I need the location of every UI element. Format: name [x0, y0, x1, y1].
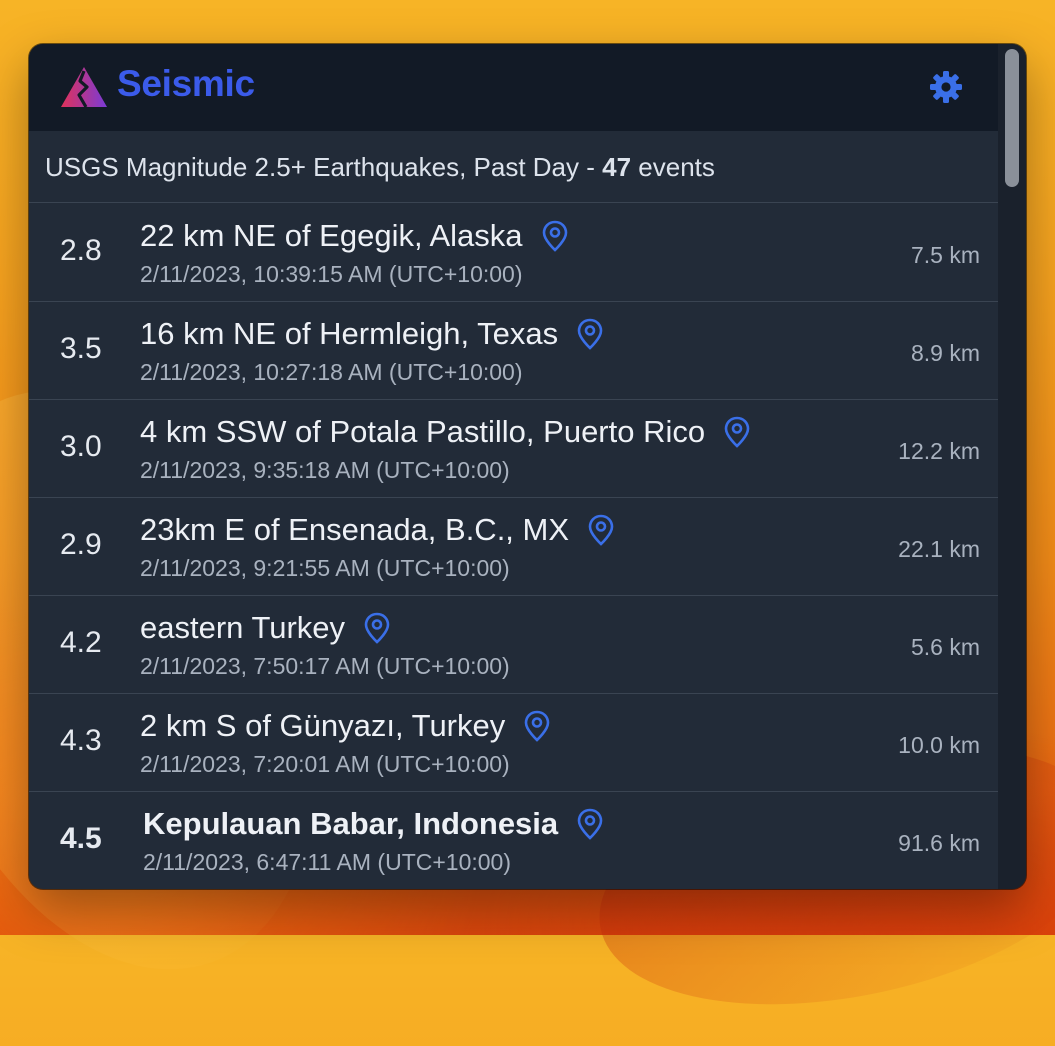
map-pin-icon[interactable]	[541, 220, 569, 252]
event-time: 2/11/2023, 10:39:15 AM (UTC+10:00)	[140, 261, 523, 287]
scrollbar-thumb[interactable]	[1005, 49, 1019, 187]
magnitude: 3.0	[60, 430, 102, 463]
map-pin-icon[interactable]	[576, 808, 604, 840]
location-line: 4 km SSW of Potala Pastillo, Puerto Rico	[140, 414, 751, 450]
magnitude: 4.5	[60, 822, 102, 855]
summary-suffix: events	[631, 152, 715, 182]
event-depth: 91.6 km	[898, 830, 980, 856]
location-line: eastern Turkey	[140, 610, 391, 646]
earthquake-row-significant[interactable]: 4.5 Kepulauan Babar, Indonesia 2/11/2023…	[29, 792, 998, 889]
location-line: 22 km NE of Egegik, Alaska	[140, 218, 569, 254]
magnitude: 3.5	[60, 332, 102, 365]
summary-prefix: USGS Magnitude 2.5+ Earthquakes, Past Da…	[45, 152, 603, 182]
event-count: 47	[602, 152, 632, 182]
map-pin-icon[interactable]	[363, 612, 391, 644]
event-time: 2/11/2023, 7:50:17 AM (UTC+10:00)	[140, 653, 510, 679]
location-line: 2 km S of Günyazı, Turkey	[140, 708, 551, 744]
event-time: 2/11/2023, 9:21:55 AM (UTC+10:00)	[140, 555, 510, 581]
event-depth: 12.2 km	[898, 438, 980, 464]
location-name: 16 km NE of Hermleigh, Texas	[140, 316, 559, 351]
earthquake-row[interactable]: 2.8 22 km NE of Egegik, Alaska 2/11/2023…	[29, 204, 998, 302]
seismic-logo-icon	[61, 67, 107, 108]
earthquake-row[interactable]: 2.9 23km E of Ensenada, B.C., MX 2/11/20…	[29, 498, 998, 596]
magnitude: 2.8	[60, 234, 102, 267]
event-depth: 22.1 km	[898, 536, 980, 562]
event-time: 2/11/2023, 7:20:01 AM (UTC+10:00)	[140, 751, 510, 777]
earthquake-row[interactable]: 3.5 16 km NE of Hermleigh, Texas 2/11/20…	[29, 302, 998, 400]
event-depth: 10.0 km	[898, 732, 980, 758]
map-pin-icon[interactable]	[723, 416, 751, 448]
gear-icon[interactable]	[928, 69, 964, 105]
event-time: 2/11/2023, 6:47:11 AM (UTC+10:00)	[143, 849, 512, 875]
magnitude: 2.9	[60, 528, 102, 561]
event-depth: 5.6 km	[910, 634, 980, 660]
location-name: 4 km SSW of Potala Pastillo, Puerto Rico	[140, 414, 706, 449]
location-name: 23km E of Ensenada, B.C., MX	[140, 512, 570, 547]
map-pin-icon[interactable]	[523, 710, 551, 742]
earthquake-row[interactable]: 4.2 eastern Turkey 2/11/2023, 7:50:17 AM…	[29, 596, 998, 694]
earthquake-row[interactable]: 4.3 2 km S of Günyazı, Turkey 2/11/2023,…	[29, 694, 998, 792]
map-pin-icon[interactable]	[587, 514, 615, 546]
app-title: Seismic	[117, 63, 255, 104]
earthquake-list: 2.8 22 km NE of Egegik, Alaska 2/11/2023…	[29, 204, 998, 889]
map-pin-icon[interactable]	[576, 318, 604, 350]
location-line: 23km E of Ensenada, B.C., MX	[140, 512, 615, 548]
seismic-window: Seismic USGS Magnitude 2.5+ Earthquakes,…	[29, 44, 1026, 889]
event-depth: 8.9 km	[910, 340, 980, 366]
location-line: Kepulauan Babar, Indonesia	[143, 806, 604, 842]
event-time: 2/11/2023, 10:27:18 AM (UTC+10:00)	[140, 359, 523, 385]
location-name: eastern Turkey	[140, 610, 346, 645]
app-header: Seismic	[29, 44, 998, 131]
location-name: 22 km NE of Egegik, Alaska	[140, 218, 523, 253]
earthquake-row[interactable]: 3.0 4 km SSW of Potala Pastillo, Puerto …	[29, 400, 998, 498]
magnitude: 4.2	[60, 626, 102, 659]
event-time: 2/11/2023, 9:35:18 AM (UTC+10:00)	[140, 457, 510, 483]
event-depth: 7.5 km	[910, 242, 980, 268]
location-name: Kepulauan Babar, Indonesia	[143, 806, 559, 841]
location-line: 16 km NE of Hermleigh, Texas	[140, 316, 604, 352]
vertical-scrollbar[interactable]	[998, 44, 1026, 889]
location-name: 2 km S of Günyazı, Turkey	[140, 708, 506, 743]
feed-summary: USGS Magnitude 2.5+ Earthquakes, Past Da…	[29, 131, 998, 203]
magnitude: 4.3	[60, 724, 102, 757]
